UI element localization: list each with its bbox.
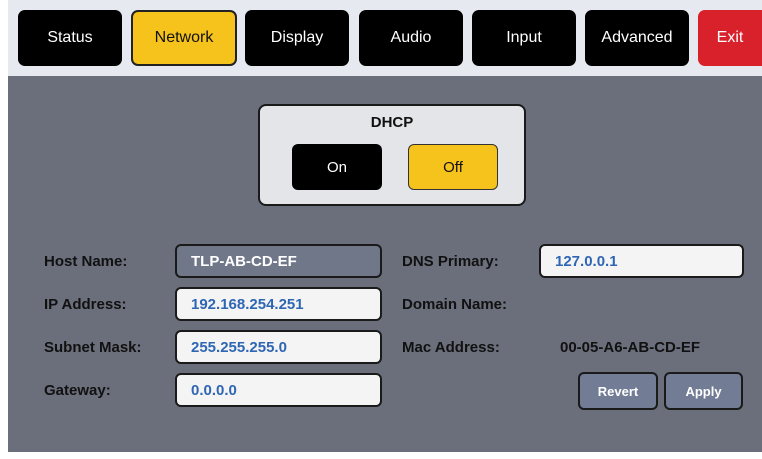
gateway-field[interactable]: 0.0.0.0 — [175, 373, 382, 407]
exit-button[interactable]: Exit — [698, 10, 762, 66]
subnet-mask-label: Subnet Mask: — [44, 339, 142, 356]
mac-address-label: Mac Address: — [402, 339, 500, 356]
tab-display[interactable]: Display — [245, 10, 349, 66]
host-name-label: Host Name: — [44, 253, 128, 270]
domain-name-label: Domain Name: — [402, 296, 508, 313]
tab-input[interactable]: Input — [472, 10, 576, 66]
tab-advanced[interactable]: Advanced — [585, 10, 689, 66]
subnet-mask-field[interactable]: 255.255.255.0 — [175, 330, 382, 364]
touch-panel-screen: Status Network Display Audio Input Advan… — [0, 0, 762, 459]
dhcp-off-button[interactable]: Off — [408, 144, 498, 190]
revert-button[interactable]: Revert — [578, 372, 658, 410]
apply-button[interactable]: Apply — [664, 372, 743, 410]
host-name-field[interactable]: TLP-AB-CD-EF — [175, 244, 382, 278]
tab-status[interactable]: Status — [18, 10, 122, 66]
dhcp-on-button[interactable]: On — [292, 144, 382, 190]
ip-address-label: IP Address: — [44, 296, 127, 313]
gateway-label: Gateway: — [44, 382, 111, 399]
dhcp-title: DHCP — [370, 114, 414, 131]
tab-network[interactable]: Network — [131, 10, 237, 66]
mac-address-value: 00-05-A6-AB-CD-EF — [560, 339, 701, 356]
dns-primary-field[interactable]: 127.0.0.1 — [539, 244, 744, 278]
tab-audio[interactable]: Audio — [359, 10, 463, 66]
dhcp-group: DHCP On Off — [258, 104, 526, 206]
ip-address-field[interactable]: 192.168.254.251 — [175, 287, 382, 321]
dns-primary-label: DNS Primary: — [402, 253, 499, 270]
